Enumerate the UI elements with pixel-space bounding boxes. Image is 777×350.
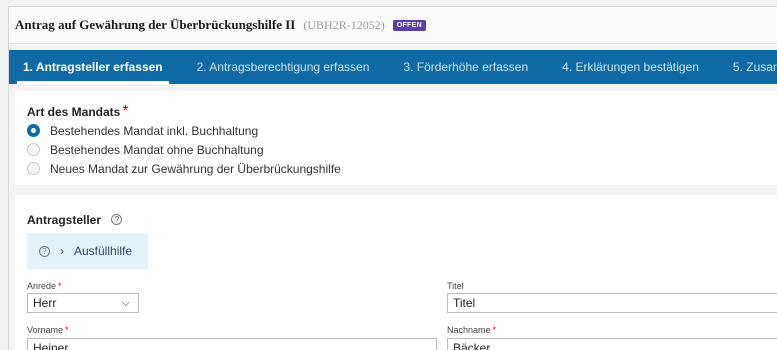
fill-help-toggle[interactable]: ? › Ausfüllhilfe bbox=[27, 233, 148, 269]
window: Antrag auf Gewährung der Überbrückungshi… bbox=[8, 6, 777, 350]
step-4-erklaerungen[interactable]: 4. Erklärungen bestätigen bbox=[542, 50, 713, 84]
mandate-option-1[interactable]: Bestehendes Mandat inkl. Buchhaltung bbox=[27, 121, 341, 140]
wizard-steps: 1. Antragsteller erfassen 2. Antragsbere… bbox=[9, 50, 777, 84]
help-circle-icon: ? bbox=[39, 245, 50, 257]
mandate-section: Art des Mandats * Bestehendes Mandat inkl… bbox=[15, 91, 777, 185]
mandate-radio-group: Bestehendes Mandat inkl. Buchhaltung Bes… bbox=[27, 121, 341, 178]
chevron-down-icon: ⌵ bbox=[121, 296, 130, 309]
applicant-heading: Antragsteller ? bbox=[27, 211, 123, 229]
step-1-antragsteller[interactable]: 1. Antragsteller erfassen bbox=[9, 50, 177, 84]
page-title: Antrag auf Gewährung der Überbrückungshi… bbox=[15, 17, 296, 32]
fill-help-label: Ausfüllhilfe bbox=[74, 244, 133, 258]
application-code: (UBH2R-12052) bbox=[303, 17, 385, 32]
help-circle-icon[interactable]: ? bbox=[111, 214, 123, 226]
anrede-label: Anrede * bbox=[27, 281, 62, 291]
titel-label: Titel bbox=[447, 281, 464, 291]
title-bar: Antrag auf Gewährung der Überbrückungshi… bbox=[9, 7, 777, 44]
radio-selected[interactable] bbox=[27, 124, 40, 137]
status-badge: OFFEN bbox=[392, 19, 426, 31]
mandate-option-2[interactable]: Bestehendes Mandat ohne Buchhaltung bbox=[27, 140, 341, 159]
required-marker: * bbox=[122, 103, 129, 120]
mandate-label: Art des Mandats * bbox=[27, 103, 129, 120]
step-3-foerderhoehe[interactable]: 3. Förderhöhe erfassen bbox=[383, 50, 542, 84]
vorname-input[interactable]: Heiner bbox=[27, 338, 437, 350]
titel-input[interactable]: Titel bbox=[447, 293, 777, 313]
applicant-section: Antragsteller ? ? › Ausfüllhilfe Anrede *… bbox=[15, 195, 777, 350]
nachname-input[interactable]: Bäcker bbox=[447, 338, 777, 350]
chevron-right-icon: › bbox=[60, 244, 64, 258]
radio-unselected[interactable] bbox=[27, 143, 40, 156]
radio-unselected[interactable] bbox=[27, 162, 40, 175]
mandate-option-3[interactable]: Neues Mandat zur Gewährung der Überbrück… bbox=[27, 159, 341, 178]
nachname-label: Nachname * bbox=[447, 325, 497, 335]
step-5-zusammenfassung[interactable]: 5. Zusammen bbox=[713, 50, 777, 84]
step-2-antragsberechtigung[interactable]: 2. Antragsberechtigung erfassen bbox=[177, 50, 384, 84]
vorname-label: Vorname * bbox=[27, 325, 69, 335]
anrede-select[interactable]: Herr ⌵ bbox=[27, 293, 139, 313]
